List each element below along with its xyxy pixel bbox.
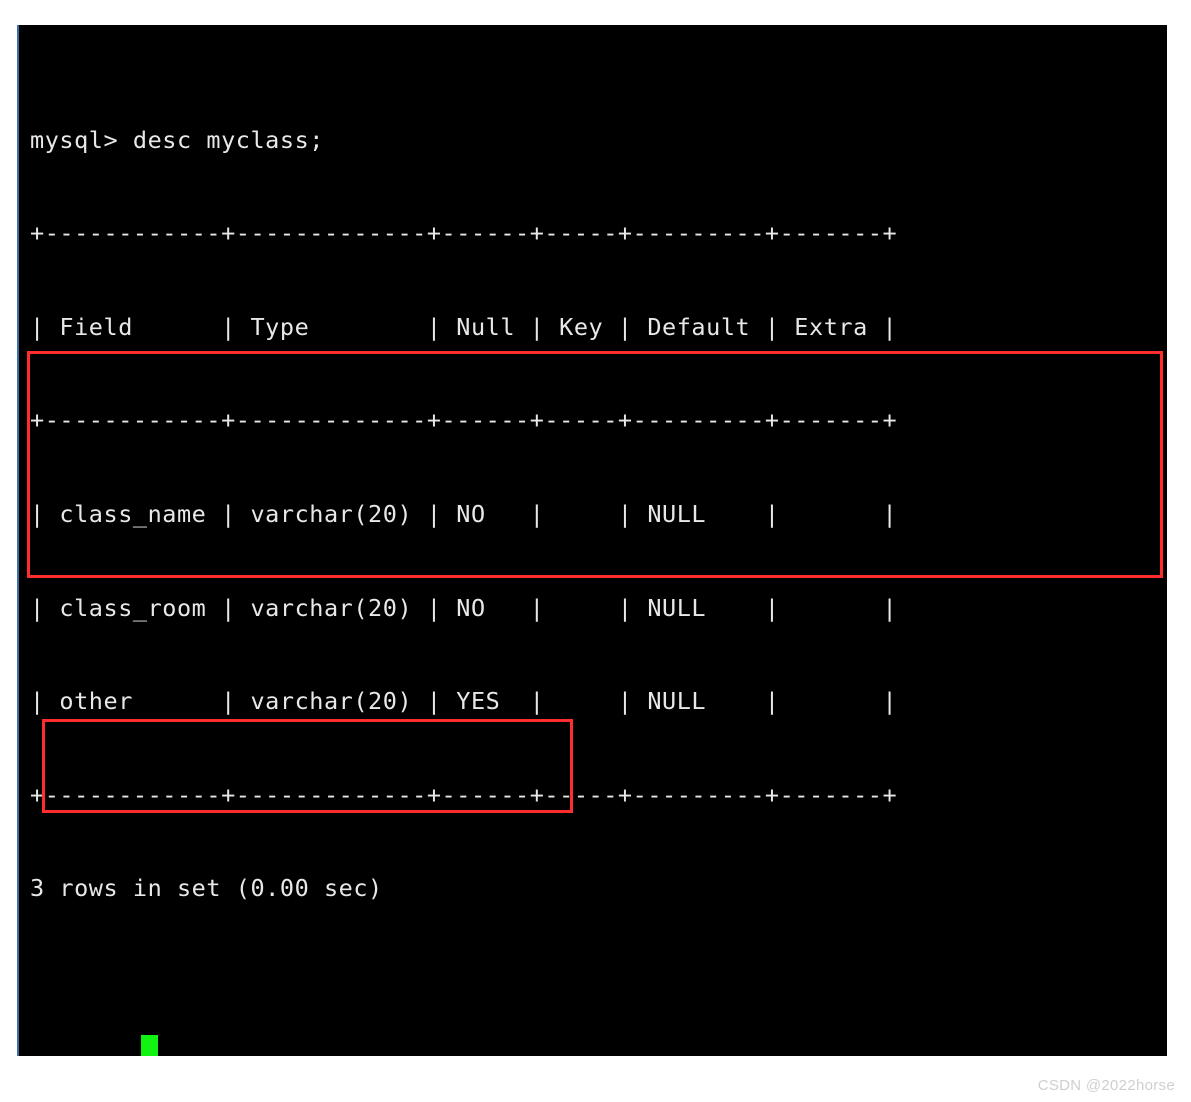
console-line: | Field | Type | Null | Key | Default | … [30, 312, 898, 341]
console-line: | other | varchar(20) | YES | | NULL | | [30, 687, 898, 716]
console-line: mysql> desc myclass; [30, 125, 324, 154]
terminal-cursor [141, 1035, 158, 1056]
terminal-console[interactable]: mysql> desc myclass; +------------+-----… [30, 31, 1167, 1056]
console-line: +------------+-------------+------+-----… [30, 780, 898, 809]
terminal-window[interactable]: mysql> desc myclass; +------------+-----… [17, 25, 1167, 1056]
console-line: | class_room | varchar(20) | NO | | NULL… [30, 593, 898, 622]
console-line: +------------+-------------+------+-----… [30, 406, 898, 435]
csdn-watermark: CSDN @2022horse [1037, 1077, 1175, 1094]
console-line: 3 rows in set (0.00 sec) [30, 874, 383, 903]
screenshot-root: mysql> desc myclass; +------------+-----… [0, 0, 1191, 1102]
console-line: | class_name | varchar(20) | NO | | NULL… [30, 499, 898, 528]
console-line: +------------+-------------+------+-----… [30, 219, 898, 248]
